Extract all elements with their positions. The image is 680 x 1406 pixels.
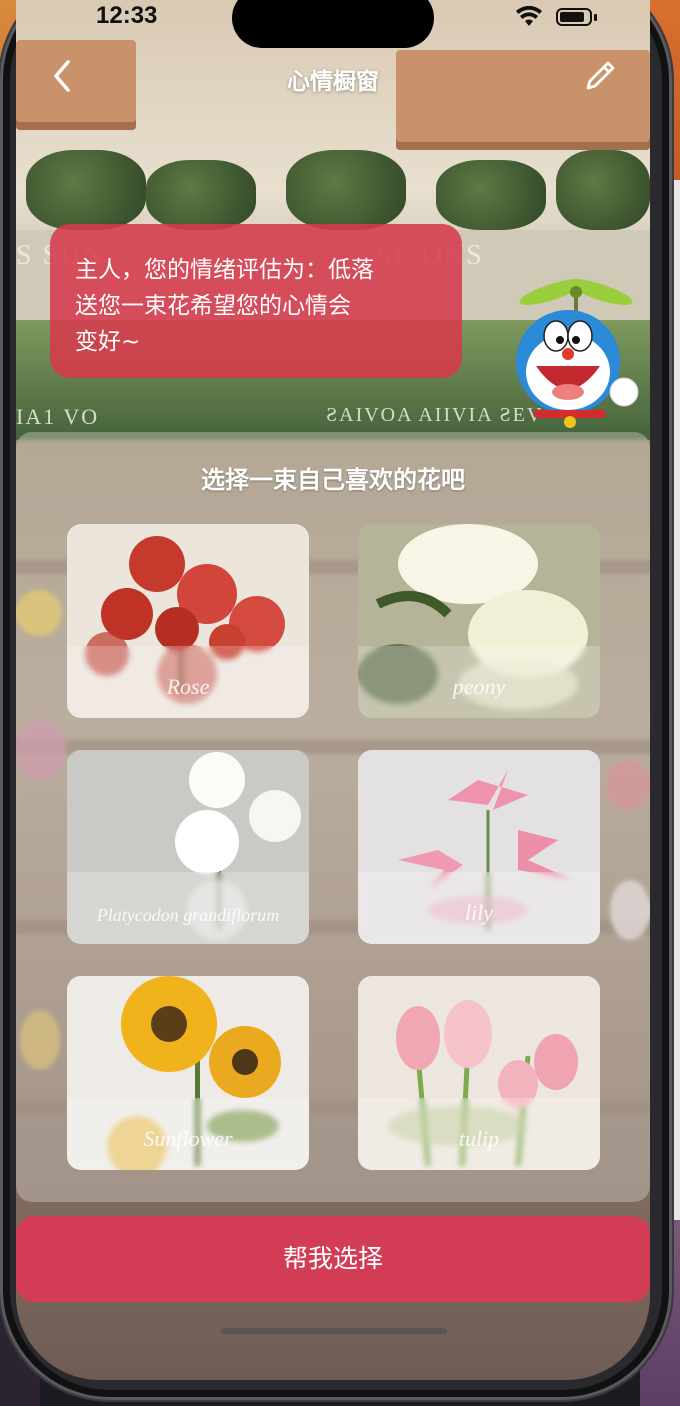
plant: [556, 150, 650, 230]
page-title: 心情橱窗: [287, 69, 379, 95]
plant: [436, 160, 546, 230]
wifi-icon: [516, 6, 542, 26]
dynamic-island: [232, 0, 434, 48]
flower-name: peony: [452, 674, 506, 699]
awning-text-right: ƧAIVOA AIIVIA ƧEV: [326, 404, 544, 426]
mood-message-bubble: 主人，您的情绪评估为：低落 送您一束花希望您的心情会 变好~: [50, 224, 462, 378]
flower-name: Platycodon grandiflorum: [96, 905, 280, 925]
flower-name: Rose: [166, 674, 210, 699]
status-time: 12:33: [96, 2, 158, 29]
plant: [286, 150, 406, 230]
message-line: 送您一束花希望您的心情会: [75, 293, 351, 319]
mascot-avatar: [516, 279, 639, 428]
battery-cap: [594, 14, 597, 21]
app-screen: S SUN SE ONS IA1 VO ƧAIVOA AIIVIA ƧEV 12…: [16, 0, 650, 1380]
flower-card-lily[interactable]: lily: [358, 750, 600, 944]
message-line: 主人，您的情绪评估为：低落: [75, 257, 374, 283]
panel-title: 选择一束自己喜欢的花吧: [201, 466, 465, 494]
flower-card-sunflower[interactable]: Sunflower: [67, 976, 309, 1170]
nav-bar: 心情橱窗: [16, 48, 650, 108]
flower-card-peony[interactable]: peony: [358, 524, 600, 718]
flower-selection-panel: 选择一束自己喜欢的花吧 Rose peony Platycodon grandi…: [16, 432, 650, 1202]
awning-text-left: IA1 VO: [16, 404, 100, 429]
home-indicator: [221, 1328, 447, 1334]
help-me-choose-button[interactable]: 帮我选择: [16, 1216, 650, 1302]
flower-name: tulip: [458, 1126, 500, 1151]
status-bar: 12:33: [16, 0, 650, 48]
message-line: 变好~: [75, 329, 141, 355]
flower-name: lily: [464, 900, 494, 925]
pencil-icon[interactable]: [582, 58, 618, 94]
flower-card-tulip[interactable]: tulip: [358, 976, 600, 1170]
phone-frame: S SUN SE ONS IA1 VO ƧAIVOA AIIVIA ƧEV 12…: [0, 0, 672, 1400]
flower-card-rose[interactable]: Rose: [67, 524, 309, 718]
plant: [146, 160, 256, 230]
flower-card-platycodon[interactable]: Platycodon grandiflorum: [67, 750, 309, 944]
plant: [26, 150, 146, 230]
battery-icon: [556, 8, 592, 26]
flower-name: Sunflower: [143, 1126, 233, 1151]
